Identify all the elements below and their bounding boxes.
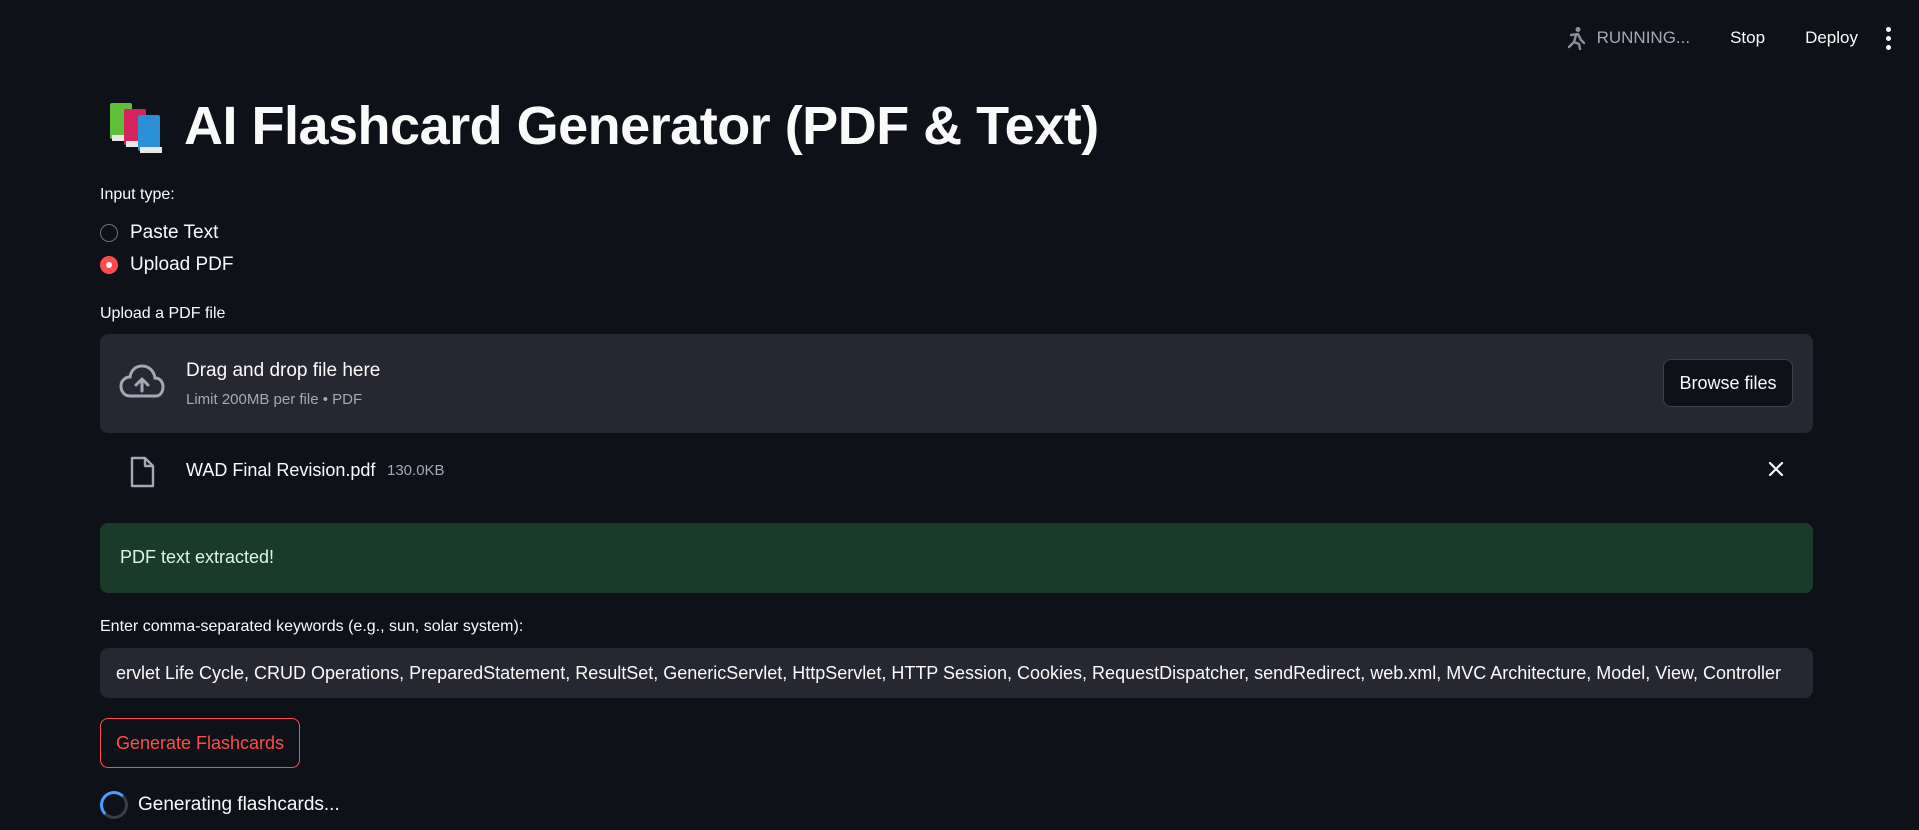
generating-status: Generating flashcards...: [100, 791, 340, 819]
page-header: AI Flashcard Generator (PDF & Text): [106, 95, 1099, 157]
radio-circle-selected[interactable]: [100, 256, 118, 274]
stop-button[interactable]: Stop: [1730, 28, 1765, 48]
file-dropzone[interactable]: Drag and drop file here Limit 200MB per …: [100, 334, 1813, 433]
deploy-button[interactable]: Deploy: [1805, 28, 1858, 48]
success-alert-text: PDF text extracted!: [120, 547, 275, 567]
top-toolbar: RUNNING... Stop Deploy: [1565, 0, 1919, 76]
running-status-text: RUNNING...: [1596, 28, 1691, 47]
close-icon[interactable]: [1765, 458, 1787, 480]
kebab-dot-icon: [1886, 26, 1891, 32]
kebab-dot-icon: [1886, 44, 1891, 50]
radio-circle[interactable]: [100, 224, 118, 242]
upload-label: Upload a PDF file: [100, 305, 226, 322]
running-man-icon: [1567, 27, 1585, 50]
radio-label: Upload PDF: [130, 254, 234, 275]
dropzone-subtitle: Limit 200MB per file • PDF: [186, 391, 363, 408]
dropzone-title: Drag and drop file here: [186, 360, 381, 381]
generate-flashcards-button[interactable]: Generate Flashcards: [100, 718, 300, 768]
file-size: 130.0KB: [387, 462, 445, 479]
radio-paste-text[interactable]: Paste Text: [100, 222, 218, 244]
keywords-input[interactable]: ervlet Life Cycle, CRUD Operations, Prep…: [100, 648, 1813, 698]
keywords-label: Enter comma-separated keywords (e.g., su…: [100, 618, 524, 635]
input-type-label: Input type:: [100, 186, 175, 203]
running-status: RUNNING...: [1565, 26, 1691, 50]
file-icon: [130, 456, 155, 488]
books-icon: [110, 103, 162, 153]
cloud-upload-icon: [119, 364, 165, 398]
browse-files-button[interactable]: Browse files: [1663, 359, 1793, 407]
uploaded-file-row: WAD Final Revision.pdf 130.0KB: [100, 452, 1813, 492]
file-name: WAD Final Revision.pdf: [186, 460, 376, 480]
page-title: AI Flashcard Generator (PDF & Text): [184, 96, 1099, 156]
generating-status-text: Generating flashcards...: [138, 794, 340, 815]
keywords-input-value[interactable]: ervlet Life Cycle, CRUD Operations, Prep…: [116, 663, 1803, 684]
radio-label: Paste Text: [130, 222, 219, 243]
main-menu-button[interactable]: [1886, 26, 1891, 50]
kebab-dot-icon: [1886, 35, 1891, 41]
radio-upload-pdf[interactable]: Upload PDF: [100, 254, 234, 276]
spinner-icon: [100, 791, 128, 819]
success-alert: PDF text extracted!: [100, 523, 1813, 593]
